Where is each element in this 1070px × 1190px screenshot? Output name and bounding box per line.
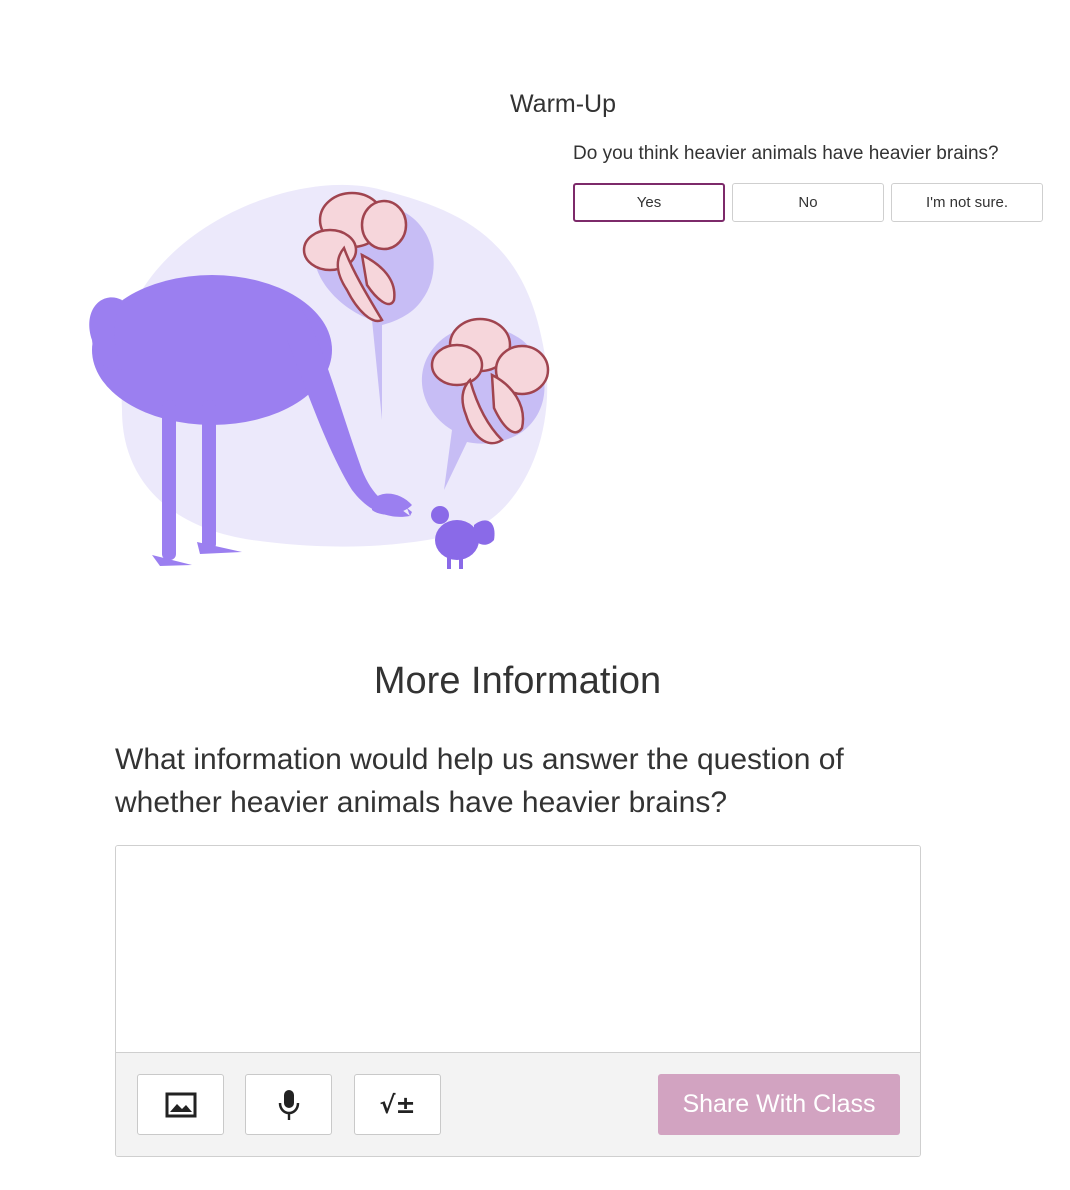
insert-image-button[interactable] — [137, 1074, 224, 1135]
ostrich-rooster-illustration — [89, 184, 550, 569]
response-editor: √± Share With Class — [115, 845, 921, 1157]
more-information-prompt: What information would help us answer th… — [115, 743, 844, 819]
choice-not-sure-button[interactable]: I'm not sure. — [891, 183, 1043, 222]
response-input[interactable] — [116, 846, 920, 1052]
insert-math-button[interactable]: √± — [354, 1074, 441, 1135]
editor-toolbar: √± Share With Class — [116, 1052, 920, 1156]
math-sqrt-icon: √± — [379, 1090, 416, 1119]
choice-yes-button[interactable]: Yes — [573, 183, 725, 222]
choice-no-button[interactable]: No — [732, 183, 884, 222]
share-with-class-button[interactable]: Share With Class — [658, 1074, 900, 1135]
warmup-question: Do you think heavier animals have heavie… — [573, 143, 999, 164]
warmup-choices: Yes No I'm not sure. — [573, 183, 1043, 222]
warmup-title: Warm-Up — [510, 90, 617, 118]
image-icon — [165, 1092, 196, 1117]
record-audio-button[interactable] — [245, 1074, 332, 1135]
microphone-icon — [278, 1089, 299, 1120]
more-information-title: More Information — [373, 660, 662, 702]
